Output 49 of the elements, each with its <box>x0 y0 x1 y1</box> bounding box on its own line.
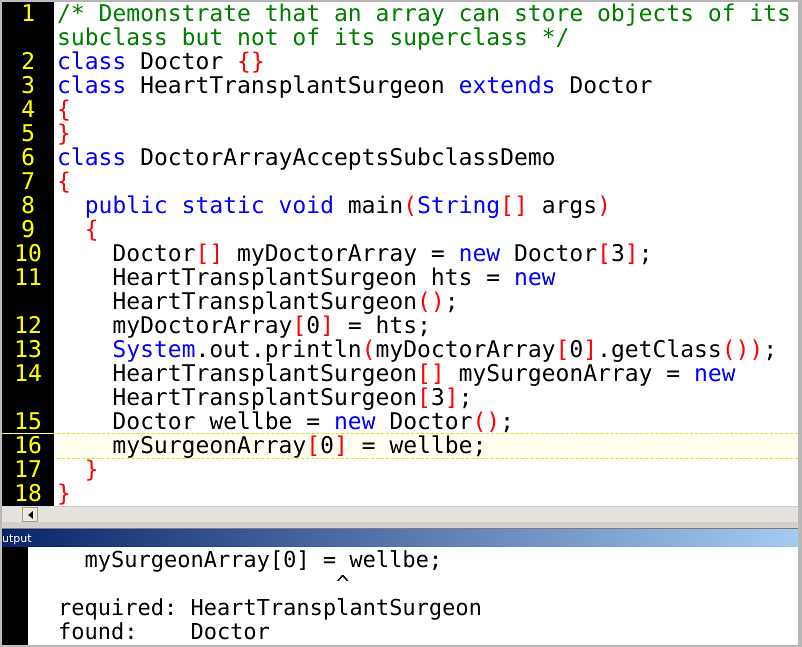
line-number: 16 <box>14 434 42 458</box>
line-number: 5 <box>21 122 35 146</box>
line-number: 11 <box>14 266 42 290</box>
code-line: HeartTransplantSurgeon[3]; <box>111 386 472 410</box>
code-line: public static void main(String[] args) <box>84 194 611 218</box>
line-number: 18 <box>14 482 42 506</box>
line-number: 15 <box>14 410 42 434</box>
code-line: Doctor wellbe = new Doctor(); <box>111 410 514 434</box>
code-line: HeartTransplantSurgeon[] mySurgeonArray = new <box>111 362 736 386</box>
horizontal-scrollbar[interactable] <box>2 506 798 522</box>
line-number: 4 <box>21 98 35 122</box>
line-number: 1 <box>21 2 35 26</box>
line-number: 3 <box>21 74 35 98</box>
output-line: found: Doctor <box>58 621 271 645</box>
line-number: 17 <box>14 458 42 482</box>
code-line: { <box>57 98 71 122</box>
line-number: 2 <box>21 50 35 74</box>
code-line: class DoctorArrayAcceptsSubclassDemo <box>57 146 556 170</box>
code-line: HeartTransplantSurgeon(); <box>111 290 460 314</box>
line-number: 7 <box>21 170 35 194</box>
line-number: 6 <box>21 146 35 170</box>
code-line: subclass but not of its superclass */ <box>57 26 570 50</box>
code-line: System.out.println(myDoctorArray[0].getClass()); <box>111 338 778 362</box>
code-line: Doctor[] myDoctorArray = new Doctor[3]; <box>111 242 653 266</box>
code-line: class HeartTransplantSurgeon extends Doctor <box>57 74 652 98</box>
code-line: mySurgeonArray[0] = wellbe; <box>111 434 486 458</box>
output-line: mySurgeonArray[0] = wellbe; <box>83 549 444 573</box>
code-line: { <box>84 218 99 242</box>
code-line: /* Demonstrate that an array can store objects of its <box>57 2 791 26</box>
output-line: required: HeartTransplantSurgeon <box>58 597 482 621</box>
code-line: myDoctorArray[0] = hts; <box>111 314 431 338</box>
output-line: ^ <box>335 573 350 597</box>
scroll-left-button[interactable] <box>22 507 38 522</box>
line-number: 14 <box>14 362 42 386</box>
line-number: 8 <box>21 194 35 218</box>
line-number: 13 <box>14 338 42 362</box>
line-number: 10 <box>14 242 42 266</box>
line-number: 12 <box>14 314 42 338</box>
panel-title: utput <box>2 532 32 545</box>
line-number: 9 <box>21 218 35 242</box>
panel-splitter[interactable] <box>2 522 798 530</box>
code-line: } <box>57 482 71 506</box>
code-editor[interactable] <box>2 2 798 506</box>
left-arrow-icon <box>28 510 32 518</box>
code-line: } <box>57 122 71 146</box>
code-line: class Doctor {} <box>57 50 265 74</box>
code-line: } <box>84 458 99 482</box>
code-line: { <box>57 170 71 194</box>
code-line: HeartTransplantSurgeon hts = new <box>111 266 556 290</box>
